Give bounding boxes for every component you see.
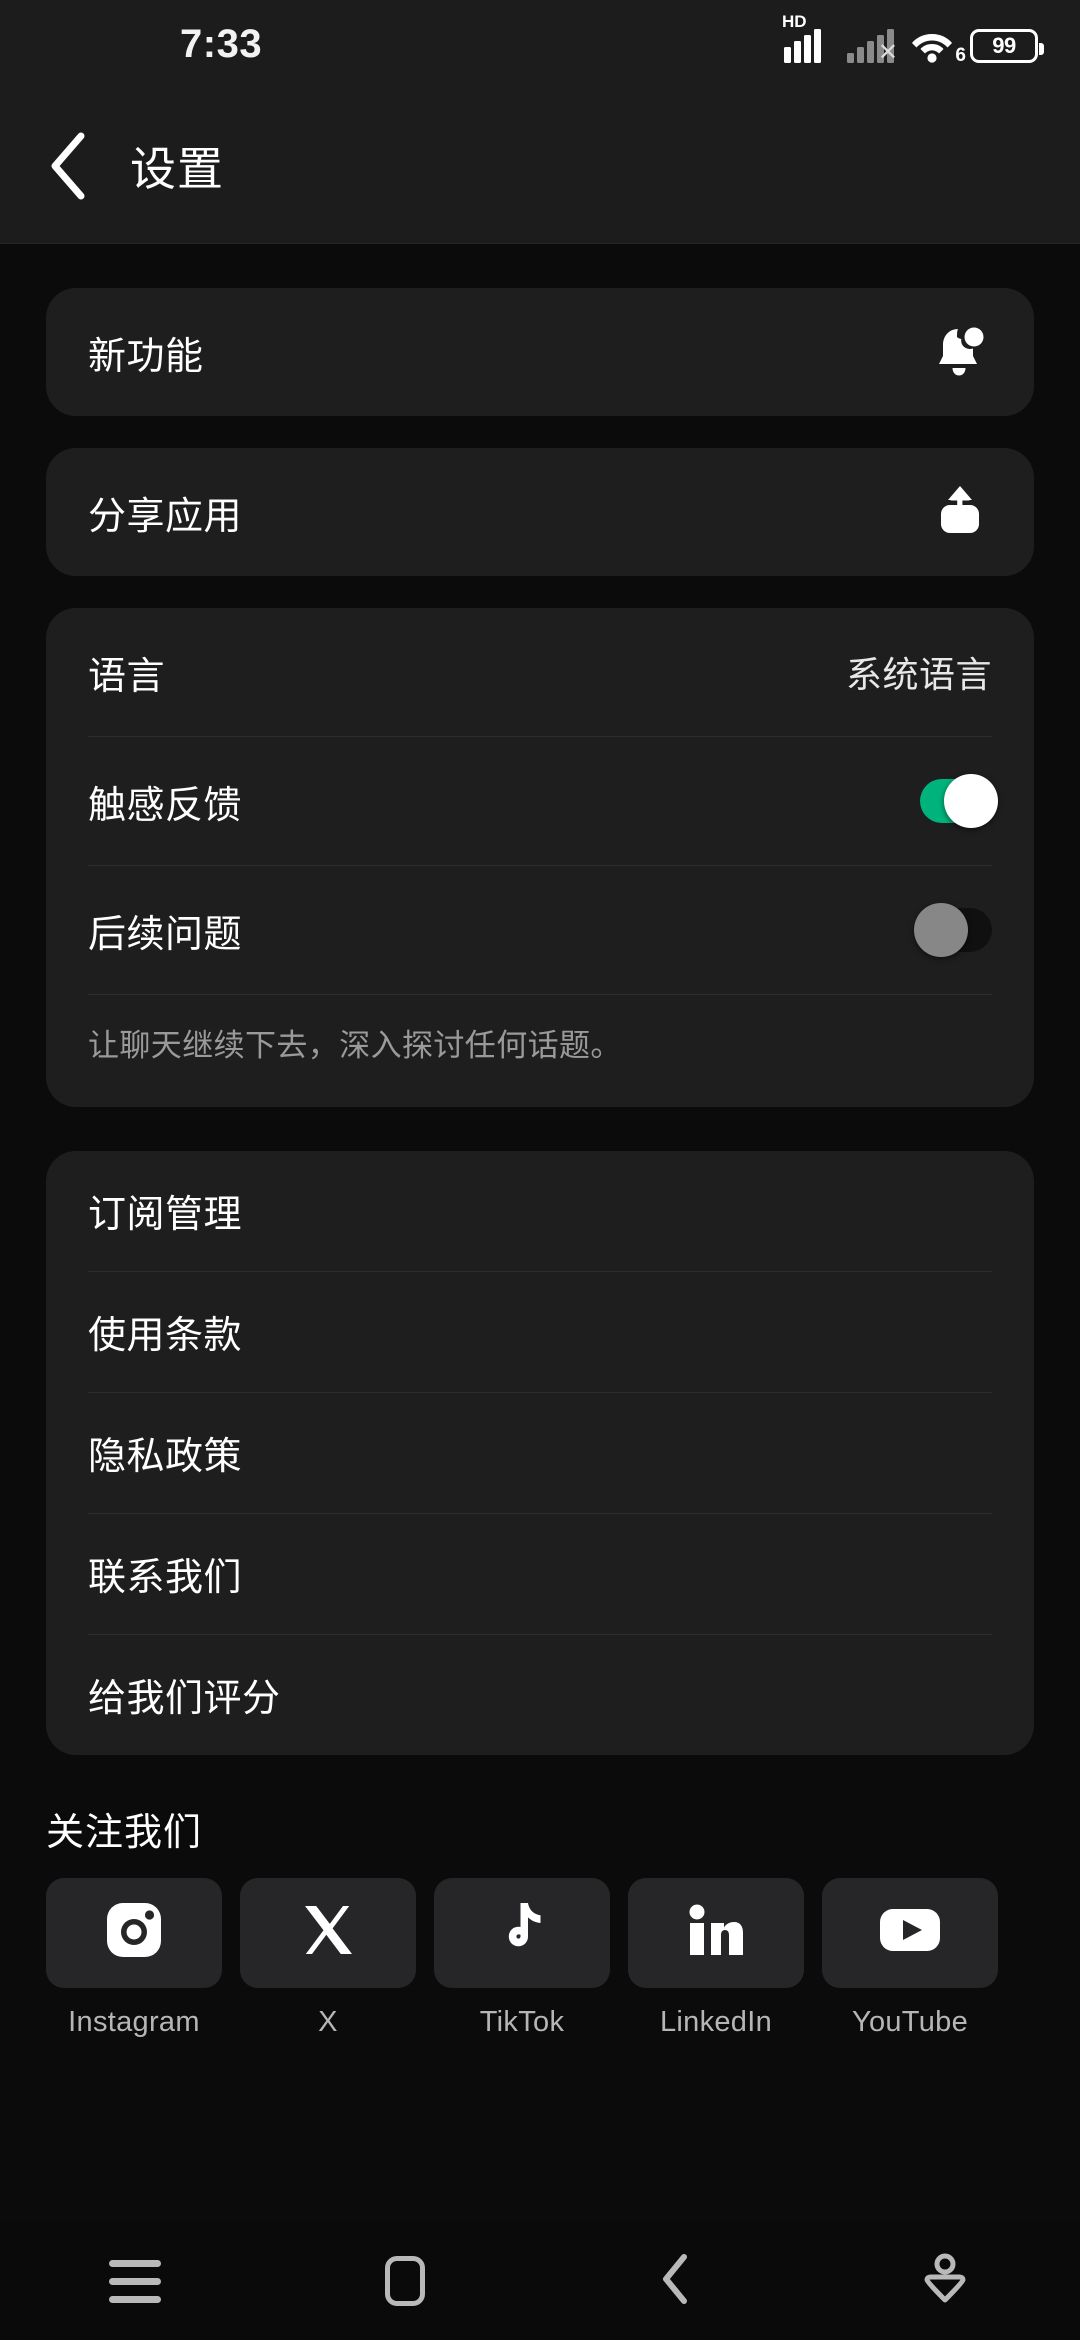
card-share-app: 分享应用 [46, 448, 1034, 576]
social-tile[interactable] [628, 1877, 804, 1988]
social-link-linkedin[interactable]: LinkedIn [628, 1877, 804, 2039]
link-label: 给我们评分 [88, 1678, 281, 1721]
row-whats-new[interactable]: 新功能 [46, 288, 1034, 416]
status-icons: HD ✕ 6 99 [782, 13, 1044, 65]
home-square-icon [385, 2256, 425, 2306]
settings-content: 新功能 分享应用 语言 系统语言 触感反馈 后续问题 让聊天继续下去，深入探讨任… [0, 244, 1080, 2039]
linkedin-icon [687, 1901, 745, 1964]
row-rate-us[interactable]: 给我们评分 [46, 1635, 1034, 1755]
phone-screen: 7:33 HD ✕ 6 99 设置 新功能 分享应用 语言 系统语言 触感反馈 … [0, 0, 1080, 2340]
haptic-feedback-label: 触感反馈 [88, 784, 243, 827]
row-language[interactable]: 语言 系统语言 [46, 608, 1034, 736]
social-link-x[interactable]: X [240, 1877, 416, 2039]
no-service-x-label: ✕ [877, 39, 898, 66]
row-privacy-policy[interactable]: 隐私政策 [46, 1393, 1034, 1513]
signal-bars-hd-icon: HD [782, 13, 831, 63]
assistant-person-icon [920, 2253, 970, 2310]
language-value: 系统语言 [845, 654, 992, 695]
social-tile[interactable] [434, 1877, 610, 1988]
social-links-row: Instagram X TikTok LinkedIn YouTube [0, 1877, 1080, 2039]
toggle-knob [944, 774, 998, 828]
social-tile[interactable] [46, 1877, 222, 1988]
android-nav-bar [0, 2222, 1080, 2340]
toggle-knob [914, 903, 968, 957]
nav-menu-button[interactable] [0, 2259, 270, 2303]
status-clock: 7:33 [180, 21, 263, 66]
social-link-youtube[interactable]: YouTube [822, 1877, 998, 2039]
menu-hamburger-icon [109, 2259, 161, 2303]
social-link-tiktok[interactable]: TikTok [434, 1877, 610, 2039]
wifi-generation-label: 6 [955, 45, 966, 66]
row-subscription-management[interactable]: 订阅管理 [46, 1151, 1034, 1271]
app-bar: 设置 [0, 88, 1080, 244]
social-link-instagram[interactable]: Instagram [46, 1877, 222, 2039]
language-label: 语言 [88, 655, 166, 698]
social-tile[interactable] [822, 1877, 998, 1988]
back-button[interactable] [14, 112, 122, 220]
row-terms-of-use[interactable]: 使用条款 [46, 1272, 1034, 1392]
signal-bars-no-service-icon: ✕ [847, 29, 898, 65]
nav-home-button[interactable] [270, 2256, 540, 2306]
battery-level-label: 99 [992, 33, 1016, 58]
nav-back-chevron-icon [658, 2252, 692, 2311]
battery-icon: 99 [970, 29, 1044, 63]
follow-up-questions-toggle[interactable] [914, 903, 992, 957]
hd-badge-label: HD [782, 12, 807, 31]
page-title: 设置 [130, 142, 224, 195]
follow-up-questions-label: 后续问题 [88, 913, 243, 956]
link-label: 联系我们 [88, 1557, 243, 1600]
card-preferences: 语言 系统语言 触感反馈 后续问题 让聊天继续下去，深入探讨任何话题。 [46, 608, 1034, 1107]
social-label: TikTok [479, 2005, 565, 2038]
tiktok-icon [495, 1900, 549, 1965]
status-bar: 7:33 HD ✕ 6 99 [0, 0, 1080, 88]
social-label: Instagram [68, 2005, 200, 2038]
row-haptic-feedback[interactable]: 触感反馈 [46, 737, 1034, 865]
nav-assistant-button[interactable] [810, 2253, 1080, 2310]
social-tile[interactable] [240, 1877, 416, 1988]
link-label: 隐私政策 [88, 1436, 243, 1479]
card-links: 订阅管理 使用条款 隐私政策 联系我们 给我们评分 [46, 1150, 1034, 1755]
link-label: 使用条款 [88, 1315, 243, 1358]
whats-new-label: 新功能 [88, 335, 204, 378]
instagram-icon [104, 1900, 164, 1965]
x-twitter-icon [300, 1902, 356, 1963]
bell-notification-icon [928, 320, 992, 384]
follow-us-title: 关注我们 [46, 1811, 203, 1854]
youtube-icon [878, 1907, 942, 1958]
row-follow-up-questions[interactable]: 后续问题 [46, 866, 1034, 994]
share-app-label: 分享应用 [88, 495, 243, 538]
social-label: YouTube [851, 2005, 969, 2038]
haptic-feedback-toggle[interactable] [920, 774, 998, 828]
card-whats-new: 新功能 [46, 288, 1034, 416]
follow-up-questions-description: 让聊天继续下去，深入探讨任何话题。 [88, 1028, 622, 1063]
link-label: 订阅管理 [88, 1194, 243, 1237]
wifi-icon: 6 [910, 29, 966, 65]
share-upload-icon [928, 480, 992, 544]
social-label: LinkedIn [659, 2005, 773, 2038]
row-contact-us[interactable]: 联系我们 [46, 1514, 1034, 1634]
nav-back-button[interactable] [540, 2252, 810, 2311]
chevron-left-icon [45, 130, 91, 202]
row-share-app[interactable]: 分享应用 [46, 448, 1034, 576]
social-label: X [318, 2005, 338, 2038]
